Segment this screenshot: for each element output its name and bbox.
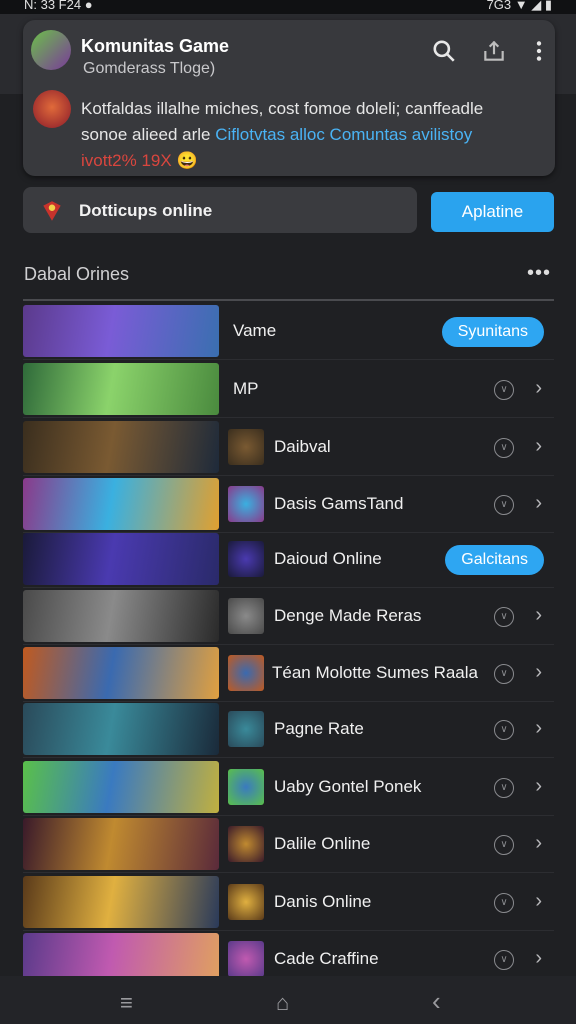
game-title: Daioud Online	[274, 549, 382, 568]
back-icon[interactable]: ‹	[432, 986, 441, 1017]
home-icon[interactable]: ⌂	[276, 990, 289, 1016]
section-title: Dabal Orines	[24, 264, 130, 284]
online-status-label: Dotticups online	[79, 201, 213, 220]
community-subtitle: Gomderass Tloge)	[83, 60, 216, 77]
game-row[interactable]: Téan Molotte Sumes Raala ∨ ›	[23, 645, 554, 702]
chevron-right-icon[interactable]: ›	[535, 377, 542, 400]
game-title: Daibval	[274, 437, 331, 456]
game-thumbnail[interactable]	[23, 647, 219, 699]
more-vert-icon[interactable]	[526, 38, 552, 64]
game-icon	[228, 429, 264, 465]
expand-circle-icon[interactable]: ∨	[494, 438, 514, 458]
game-icon	[228, 598, 264, 634]
game-row[interactable]: Dalile Online ∨ ›	[23, 816, 554, 873]
search-icon[interactable]	[431, 38, 457, 64]
game-thumbnail[interactable]	[23, 363, 219, 415]
message-line-3: ivott2% 19X 😀	[81, 148, 541, 174]
game-icon	[228, 541, 264, 577]
game-thumbnail[interactable]	[23, 590, 219, 642]
emoji-icon: 😀	[176, 151, 198, 170]
status-shield-icon	[43, 201, 61, 221]
game-icon	[228, 941, 264, 977]
chevron-right-icon[interactable]: ›	[535, 435, 542, 458]
game-title: Dasis GamsTand	[274, 494, 404, 513]
game-action-button[interactable]: Syunitans	[441, 317, 544, 347]
game-thumbnail[interactable]	[23, 533, 219, 585]
system-nav-bar: ≡ ⌂ ‹	[0, 976, 576, 1024]
game-row[interactable]: Daibval ∨ ›	[23, 419, 554, 476]
game-row[interactable]: Danis Online ∨ ›	[23, 874, 554, 931]
message-text: sonoe alieed arle	[81, 125, 216, 144]
game-title: Cade Craffine	[274, 949, 379, 968]
game-title: Danis Online	[274, 892, 372, 911]
expand-circle-icon[interactable]: ∨	[494, 893, 514, 913]
chevron-right-icon[interactable]: ›	[535, 717, 542, 740]
message-stat: ivott2% 19X	[81, 151, 172, 170]
online-status-box[interactable]: Dotticups online	[23, 187, 417, 233]
game-thumbnail[interactable]	[23, 305, 219, 357]
update-button[interactable]: Aplatine	[431, 192, 554, 232]
expand-circle-icon[interactable]: ∨	[494, 720, 514, 740]
game-thumbnail[interactable]	[23, 761, 219, 813]
community-avatar[interactable]	[31, 30, 71, 70]
game-thumbnail[interactable]	[23, 818, 219, 870]
game-title: Téan Molotte Sumes Raala	[272, 663, 478, 682]
game-title: Uaby Gontel Ponek	[274, 777, 422, 796]
expand-circle-icon[interactable]: ∨	[494, 380, 514, 400]
game-thumbnail[interactable]	[23, 876, 219, 928]
game-icon	[228, 826, 264, 862]
message-line-2: sonoe alieed arle Ciflotvtas alloc Comun…	[81, 122, 541, 148]
status-left: N: 33 F24 ●	[24, 0, 93, 12]
game-icon	[228, 486, 264, 522]
game-thumbnail[interactable]	[23, 421, 219, 473]
chevron-right-icon[interactable]: ›	[535, 661, 542, 684]
message-avatar[interactable]	[33, 90, 71, 128]
chevron-right-icon[interactable]: ›	[535, 832, 542, 855]
game-row[interactable]: Pagne Rate ∨ ›	[23, 701, 554, 758]
game-icon	[228, 711, 264, 747]
expand-circle-icon[interactable]: ∨	[494, 835, 514, 855]
game-row[interactable]: Daioud Online Galcitans	[23, 531, 554, 588]
community-card: Komunitas Game Gomderass Tloge) Kotfalda…	[23, 20, 555, 176]
community-message: Kotfaldas illalhe miches, cost fomoe dol…	[81, 96, 541, 174]
share-icon[interactable]	[481, 38, 507, 64]
community-title: Komunitas Game	[81, 36, 230, 56]
chevron-right-icon[interactable]: ›	[535, 775, 542, 798]
expand-circle-icon[interactable]: ∨	[494, 778, 514, 798]
game-row[interactable]: Dasis GamsTand ∨ ›	[23, 476, 554, 533]
expand-circle-icon[interactable]: ∨	[494, 664, 514, 684]
chevron-right-icon[interactable]: ›	[535, 947, 542, 970]
game-icon	[228, 884, 264, 920]
game-icon	[228, 655, 264, 691]
section-divider	[23, 299, 554, 301]
game-title: Vame	[233, 321, 277, 340]
game-thumbnail[interactable]	[23, 703, 219, 755]
game-icon	[228, 769, 264, 805]
game-row[interactable]: MP ∨ ›	[23, 361, 554, 418]
chevron-right-icon[interactable]: ›	[535, 492, 542, 515]
game-action-button[interactable]: Galcitans	[445, 545, 544, 575]
recents-icon[interactable]: ≡	[120, 990, 133, 1016]
status-right: 7G3 ▼ ◢ ▮	[486, 0, 552, 12]
game-thumbnail[interactable]	[23, 478, 219, 530]
more-options-icon[interactable]: •••	[527, 262, 551, 285]
status-bar: N: 33 F24 ● 7G3 ▼ ◢ ▮	[0, 0, 576, 14]
expand-circle-icon[interactable]: ∨	[494, 950, 514, 970]
game-title: MP	[233, 379, 259, 398]
chevron-right-icon[interactable]: ›	[535, 604, 542, 627]
message-link[interactable]: Ciflotvtas alloc Comuntas avilistoy	[215, 125, 472, 144]
game-row[interactable]: Vame Syunitans	[23, 303, 554, 360]
expand-circle-icon[interactable]: ∨	[494, 495, 514, 515]
game-row[interactable]: Uaby Gontel Ponek ∨ ›	[23, 759, 554, 816]
game-title: Denge Made Reras	[274, 606, 422, 625]
game-title: Pagne Rate	[274, 719, 364, 738]
game-row[interactable]: Denge Made Reras ∨ ›	[23, 588, 554, 645]
expand-circle-icon[interactable]: ∨	[494, 607, 514, 627]
message-line-1: Kotfaldas illalhe miches, cost fomoe dol…	[81, 99, 484, 118]
chevron-right-icon[interactable]: ›	[535, 890, 542, 913]
game-title: Dalile Online	[274, 834, 371, 853]
